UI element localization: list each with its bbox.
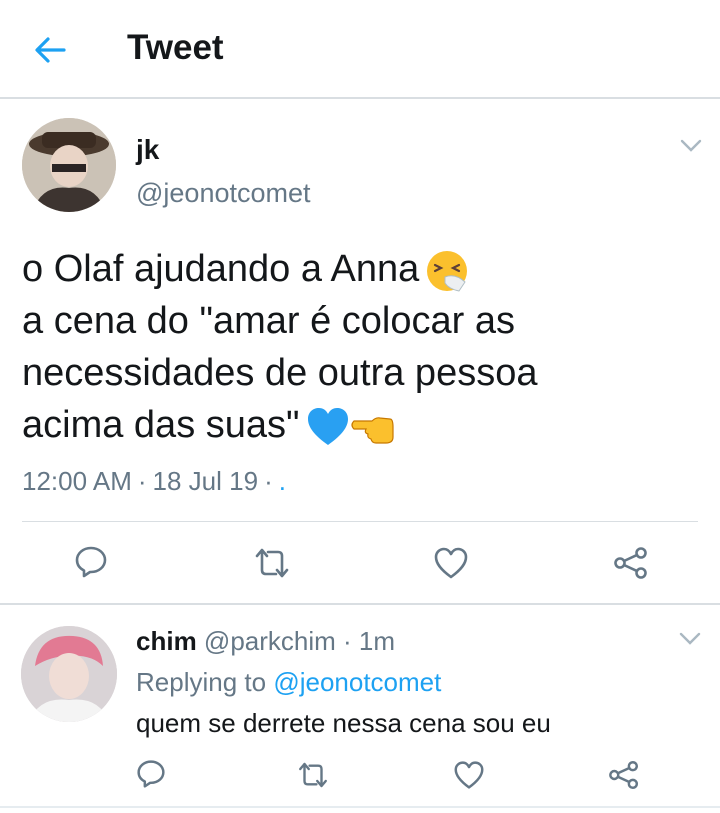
reply-icon[interactable] [136,759,166,789]
tweet-text: o Olaf ajudando a Anna a cena do "amar é… [22,243,712,451]
replying-to: Replying to @jeonotcomet [136,667,441,698]
divider [0,603,720,605]
reply-icon[interactable] [74,545,108,579]
reply-age: · 1m [343,626,396,656]
replying-to-link[interactable]: @jeonotcomet [273,667,441,697]
avatar[interactable] [22,118,116,212]
tweet-line-text: acima das suas" [22,404,300,446]
blue-heart-emoji [306,405,350,449]
tweet-line: o Olaf ajudando a Anna [22,243,712,295]
like-icon[interactable] [433,546,469,580]
retweet-icon[interactable] [252,546,292,580]
backhand-index-pointing-left-emoji [350,405,394,449]
replying-prefix: Replying to [136,667,267,697]
tweet-time: 12:00 AM [22,466,132,496]
author-name[interactable]: jk [136,134,159,166]
sneezing-face-emoji [425,249,469,293]
like-icon[interactable] [453,760,485,790]
reply-author-handle[interactable]: @parkchim [204,626,336,656]
author-handle[interactable]: @jeonotcomet [136,178,311,209]
meta-separator: · [137,466,147,496]
top-bar: Tweet [0,0,720,99]
meta-separator: · [264,466,273,496]
reply-header: chim @parkchim · 1m [136,626,395,657]
share-icon[interactable] [613,546,649,580]
avatar[interactable] [21,626,117,722]
tweet-date: 18 Jul 19 [152,466,259,496]
tweet-line: necessidades de outra pessoa [22,352,538,394]
back-arrow-icon[interactable] [30,32,70,68]
tweet-line: a cena do "amar é colocar as [22,300,515,342]
page-title: Tweet [127,28,224,67]
tweet-meta: 12:00 AM · 18 Jul 19 ·. [22,466,286,497]
reply-text: quem se derrete nessa cena sou eu [136,708,551,738]
tweet-line-text: o Olaf ajudando a Anna [22,248,420,290]
reply-author-name[interactable]: chim [136,626,197,656]
chevron-down-icon[interactable] [679,632,701,646]
tweet-source[interactable]: . [279,466,286,496]
retweet-icon[interactable] [296,760,330,790]
chevron-down-icon[interactable] [680,139,702,153]
share-icon[interactable] [608,760,640,790]
tweet-line: acima das suas" [22,399,712,451]
divider [0,806,720,808]
divider [22,521,698,522]
